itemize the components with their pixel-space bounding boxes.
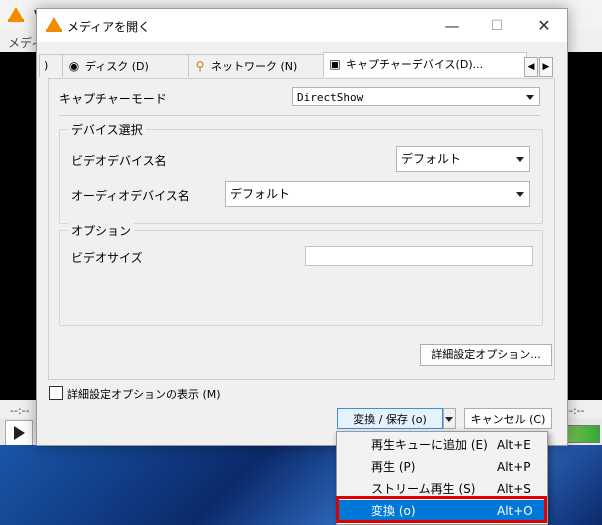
tab-network[interactable]: ⚲ ネットワーク (N)	[188, 54, 328, 77]
disc-icon: ◉	[68, 59, 80, 73]
tab-label: ディスク (D)	[85, 60, 149, 73]
advanced-options-button[interactable]: 詳細設定オプション...	[420, 344, 552, 366]
vlc-elapsed-time: --:--	[10, 404, 30, 417]
options-group: オプション ビデオサイズ	[59, 222, 543, 326]
capture-mode-select[interactable]: DirectShow	[292, 87, 540, 106]
show-advanced-label[interactable]: 詳細設定オプションの表示 (M)	[67, 386, 221, 402]
menu-item-shortcut: Alt+E	[497, 438, 531, 452]
dialog-title: メディアを開く	[67, 20, 151, 34]
cancel-button[interactable]: キャンセル (C)	[464, 408, 552, 429]
highlight-annotation-box	[336, 496, 547, 523]
video-device-select[interactable]: デフォルト	[396, 146, 530, 172]
open-media-dialog: メディアを開く — ☐ ✕ ) ◉ ディスク (D) ⚲ ネットワーク (N) ▣ キ…	[36, 8, 568, 446]
capture-device-icon: ▣	[329, 57, 341, 71]
audio-device-select[interactable]: デフォルト	[225, 181, 530, 207]
network-icon: ⚲	[195, 59, 205, 73]
maximize-button[interactable]: ☐	[482, 13, 512, 39]
chevron-down-icon	[516, 192, 524, 197]
vlc-logo-icon	[8, 7, 24, 23]
play-button[interactable]	[5, 420, 33, 446]
video-size-input[interactable]	[305, 246, 533, 266]
audio-device-label: オーディオデバイス名	[71, 189, 190, 203]
show-advanced-checkbox[interactable]	[49, 386, 63, 400]
tab-bar: ) ◉ ディスク (D) ⚲ ネットワーク (N) ▣ キャプチャーデバイス(D)..…	[37, 52, 567, 78]
tab-label: )	[44, 59, 49, 72]
tab-label: キャプチャーデバイス(D)...	[346, 58, 484, 71]
capture-device-panel: キャプチャーモード DirectShow デバイス選択 ビデオデバイス名 デフォ…	[48, 78, 555, 380]
menu-item-label: 再生キューに追加 (E)	[371, 438, 488, 452]
tab-capture-device[interactable]: ▣ キャプチャーデバイス(D)...	[323, 52, 527, 77]
convert-dropdown-button[interactable]	[443, 408, 456, 429]
convert-save-button[interactable]: 変換 / 保存 (o)	[337, 408, 443, 429]
menu-item-label: 再生 (P)	[371, 460, 416, 474]
menu-item-play[interactable]: 再生 (P) Alt+P	[339, 456, 545, 478]
video-device-label: ビデオデバイス名	[71, 154, 167, 168]
menu-item-enqueue[interactable]: 再生キューに追加 (E) Alt+E	[339, 434, 545, 456]
device-selection-group: デバイス選択 ビデオデバイス名 デフォルト オーディオデバイス名 デフォルト	[59, 121, 543, 224]
group-title: デバイス選択	[68, 121, 146, 138]
dialog-titlebar: メディアを開く — ☐ ✕	[37, 9, 567, 42]
tab-scroll-left-button[interactable]: ◀	[524, 57, 538, 77]
audio-device-value: デフォルト	[230, 187, 291, 201]
minimize-button[interactable]: —	[437, 13, 467, 39]
chevron-down-icon	[526, 95, 534, 100]
capture-mode-label: キャプチャーモード	[59, 92, 167, 106]
tab-disc[interactable]: ◉ ディスク (D)	[62, 54, 193, 77]
chevron-down-icon	[445, 417, 453, 422]
group-title: オプション	[68, 222, 135, 239]
close-button[interactable]: ✕	[529, 13, 559, 39]
video-device-value: デフォルト	[401, 152, 462, 166]
capture-mode-value: DirectShow	[297, 91, 364, 104]
menu-item-shortcut: Alt+P	[497, 460, 531, 474]
divider	[59, 115, 540, 116]
chevron-down-icon	[516, 157, 524, 162]
video-size-label: ビデオサイズ	[71, 251, 143, 265]
tab-scroll-right-button[interactable]: ▶	[539, 57, 553, 77]
vlc-logo-icon	[46, 17, 62, 33]
tab-label: ネットワーク (N)	[211, 60, 298, 73]
